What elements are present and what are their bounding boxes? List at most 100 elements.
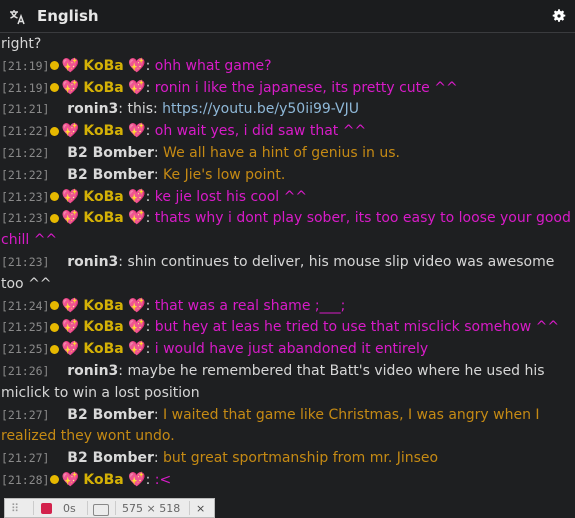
translate-icon[interactable] [8, 8, 26, 26]
chat-message: [21:22] B2 Bomber: Ke Jie's low point. [1, 166, 286, 183]
message-link[interactable]: https://youtu.be/y50ii99-VJU [162, 101, 359, 117]
heart-icon: 💖 [61, 57, 79, 74]
capture-toolbar: ⠿ 0s 575 × 518 × [4, 498, 215, 518]
message-timestamp: [21:22] [1, 124, 50, 139]
message-username[interactable]: KoBa [83, 472, 123, 488]
chat-message: [21:26] ronin3: maybe he remembered that… [1, 362, 545, 401]
message-timestamp: [21:28] [1, 472, 50, 487]
record-icon[interactable] [41, 503, 52, 514]
message-username[interactable]: KoBa [83, 123, 123, 139]
message-timestamp: [21:19] [1, 58, 50, 73]
message-username[interactable]: ronin3 [67, 254, 118, 270]
message-username[interactable]: B2 Bomber [67, 450, 154, 466]
heart-icon: 💖 [61, 210, 79, 227]
chat-message: [21:25] 💖 KoBa 💖: but hey at leas he trie… [1, 319, 560, 336]
chat-message: [21:27] B2 Bomber: but great sportmanshi… [1, 450, 439, 467]
heart-icon: 💖 [128, 471, 146, 488]
chat-message: [21:28] 💖 KoBa 💖: :< [1, 471, 172, 488]
message-timestamp: [21:22] [1, 145, 50, 160]
message-text: Ke Jie's low point. [163, 166, 286, 183]
message-timestamp: [21:27] [1, 451, 50, 466]
message-text: but hey at leas he tried to use that mis… [154, 319, 560, 336]
heart-icon: 💖 [61, 319, 79, 336]
chat-message: [21:23] 💖 KoBa 💖: ke jie lost his cool ^^ [1, 188, 308, 205]
message-text: oh wait yes, i did saw that ^^ [154, 123, 367, 140]
drag-handle-icon[interactable]: ⠿ [11, 502, 19, 515]
status-dot-icon [50, 322, 60, 332]
message-timestamp: [21:24] [1, 298, 50, 313]
dimensions-readout: 575 × 518 [122, 502, 181, 515]
message-timestamp: [21:27] [1, 407, 50, 422]
chat-message: [21:23] 💖 KoBa 💖: thats why i dont play s… [1, 210, 571, 249]
channel-language-title: English [37, 7, 99, 25]
message-username[interactable]: KoBa [83, 210, 123, 226]
message-text: that was a real shame ;___; [154, 297, 346, 314]
message-timestamp: [21:23] [1, 211, 50, 226]
message-timestamp: [21:25] [1, 320, 50, 335]
message-username[interactable]: ronin3 [67, 101, 118, 117]
status-dot-icon [50, 301, 60, 311]
status-dot-icon [50, 126, 60, 136]
status-dot-icon [50, 61, 60, 71]
heart-icon: 💖 [61, 188, 79, 205]
chat-message: [21:21] ronin3: this: https://youtu.be/y… [1, 101, 359, 118]
chat-message: [21:19] 💖 KoBa 💖: ohh what game? [1, 57, 272, 74]
message-username[interactable]: ronin3 [67, 363, 118, 379]
message-timestamp: [21:26] [1, 363, 50, 378]
message-timestamp: [21:25] [1, 342, 50, 357]
message-username[interactable]: B2 Bomber [67, 167, 154, 183]
message-timestamp: [21:23] [1, 189, 50, 204]
chat-message: [21:25] 💖 KoBa 💖: i would have just aband… [1, 341, 429, 358]
gear-icon[interactable] [551, 8, 567, 24]
chat-message: [21:22] B2 Bomber: We all have a hint of… [1, 144, 401, 161]
heart-icon: 💖 [128, 79, 146, 96]
heart-icon: 💖 [128, 123, 146, 140]
message-timestamp: [21:23] [1, 254, 50, 269]
chat-message: [21:24] 💖 KoBa 💖: that was a real shame ;… [1, 297, 346, 314]
heart-icon: 💖 [128, 319, 146, 336]
heart-icon: 💖 [128, 297, 146, 314]
chat-line-continuation: right? [1, 36, 42, 52]
message-username[interactable]: KoBa [83, 341, 123, 357]
message-timestamp: [21:22] [1, 167, 50, 182]
status-dot-icon [50, 475, 60, 485]
heart-icon: 💖 [61, 79, 79, 96]
message-text: ohh what game? [154, 57, 272, 74]
chat-message: [21:27] B2 Bomber: I waited that game li… [1, 406, 540, 445]
status-dot-icon [50, 213, 60, 223]
message-text: this: [127, 101, 163, 118]
message-username[interactable]: B2 Bomber [67, 145, 154, 161]
message-username[interactable]: KoBa [83, 189, 123, 205]
heart-icon: 💖 [128, 341, 146, 358]
chat-header: English [0, 0, 575, 33]
status-dot-icon [50, 192, 60, 202]
close-icon[interactable]: × [196, 502, 205, 515]
message-username[interactable]: KoBa [83, 80, 123, 96]
chat-log[interactable]: right? [21:19] 💖 KoBa 💖: ohh what game? [2… [0, 34, 575, 494]
heart-icon: 💖 [128, 57, 146, 74]
camera-icon[interactable] [93, 504, 109, 516]
message-username[interactable]: KoBa [83, 298, 123, 314]
heart-icon: 💖 [128, 210, 146, 227]
status-dot-icon [50, 83, 60, 93]
chat-message: [21:19] 💖 KoBa 💖: ronin i like the japane… [1, 79, 458, 96]
message-text: but great sportmanship from mr. Jinseo [163, 450, 439, 467]
heart-icon: 💖 [61, 341, 79, 358]
recording-time: 0s [63, 502, 76, 515]
chat-message: [21:23] ronin3: shin continues to delive… [1, 253, 555, 292]
chat-message: [21:22] 💖 KoBa 💖: oh wait yes, i did saw … [1, 123, 367, 140]
message-text: ronin i like the japanese, its pretty cu… [154, 79, 458, 96]
message-text: We all have a hint of genius in us. [163, 144, 401, 161]
heart-icon: 💖 [61, 297, 79, 314]
message-username[interactable]: KoBa [83, 58, 123, 74]
message-username[interactable]: B2 Bomber [67, 407, 154, 423]
heart-icon: 💖 [61, 123, 79, 140]
message-list: [21:19] 💖 KoBa 💖: ohh what game? [21:19] 💖 … [0, 56, 575, 492]
heart-icon: 💖 [61, 471, 79, 488]
heart-icon: 💖 [128, 188, 146, 205]
message-username[interactable]: KoBa [83, 319, 123, 335]
status-dot-icon [50, 344, 60, 354]
message-timestamp: [21:19] [1, 80, 50, 95]
message-timestamp: [21:21] [1, 102, 50, 117]
message-text: :< [154, 471, 172, 488]
